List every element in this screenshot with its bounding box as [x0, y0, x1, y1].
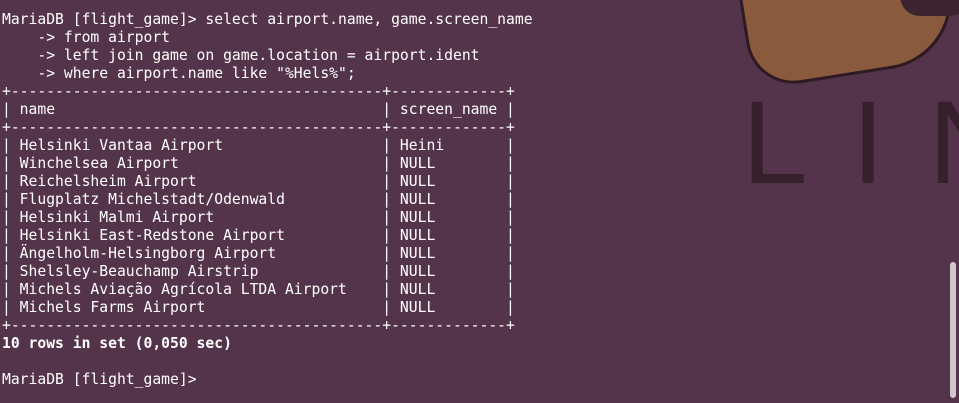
query-line: MariaDB [flight_game]> select airport.na…: [2, 11, 533, 28]
table-border: +---------------------------------------…: [2, 83, 515, 100]
scrollbar[interactable]: [947, 0, 959, 403]
table-border: +---------------------------------------…: [2, 119, 515, 136]
wallpaper-text: LIN: [742, 77, 959, 209]
terminal-window[interactable]: LIN MariaDB [flight_game]> select airpor…: [0, 0, 959, 403]
query-line: -> from airport: [2, 29, 171, 46]
table-row: | Flugplatz Michelstadt/Odenwald | NULL …: [2, 191, 515, 208]
table-row: | Reichelsheim Airport | NULL |: [2, 173, 515, 190]
terminal-output: MariaDB [flight_game]> select airport.na…: [2, 11, 533, 389]
table-row: | Winchelsea Airport | NULL |: [2, 155, 515, 172]
scrollbar-thumb[interactable]: [950, 262, 956, 398]
table-row: | Helsinki East-Redstone Airport | NULL …: [2, 227, 515, 244]
query-line: -> left join game on game.location = air…: [2, 47, 480, 64]
table-header: | name | screen_name |: [2, 101, 515, 118]
command-prompt[interactable]: MariaDB [flight_game]>: [2, 371, 533, 389]
table-row: | Michels Aviação Agrícola LTDA Airport …: [2, 281, 515, 298]
table-row: | Ängelholm-Helsingborg Airport | NULL |: [2, 245, 515, 262]
query-line: -> where airport.name like "%Hels%";: [2, 65, 356, 82]
table-border: +---------------------------------------…: [2, 317, 515, 334]
table-row: | Shelsley-Beauchamp Airstrip | NULL |: [2, 263, 515, 280]
table-row: | Michels Farms Airport | NULL |: [2, 299, 515, 316]
table-row: | Helsinki Vantaa Airport | Heini |: [2, 137, 515, 154]
result-summary: 10 rows in set (0,050 sec): [2, 335, 232, 352]
table-row: | Helsinki Malmi Airport | NULL |: [2, 209, 515, 226]
